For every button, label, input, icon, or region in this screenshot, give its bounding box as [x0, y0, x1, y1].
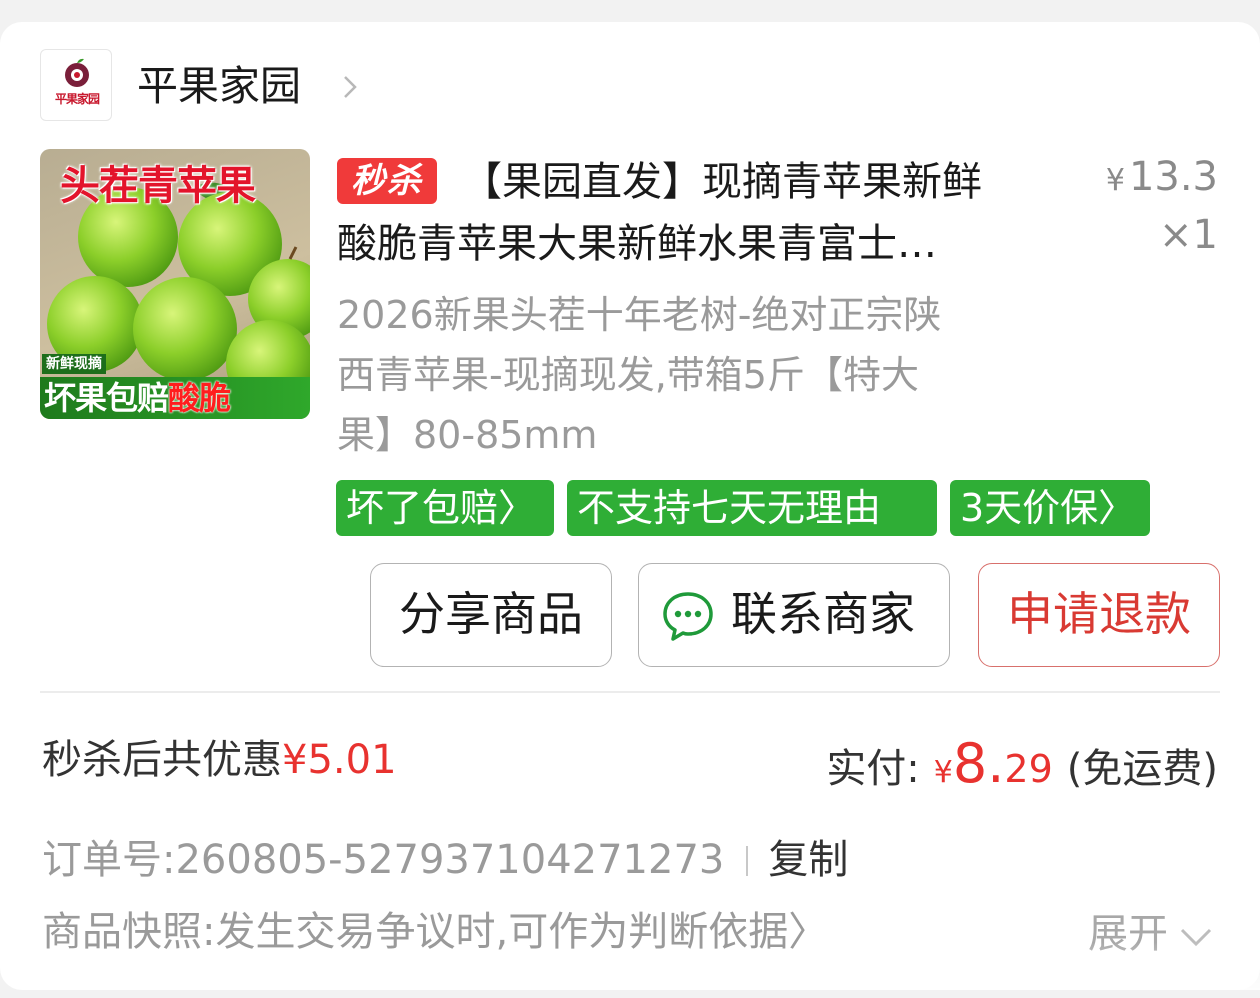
- spec-line1: 2026新果头茬十年老树-绝对正宗陕: [337, 293, 942, 337]
- pay-decimal: 29: [1004, 747, 1053, 791]
- tag-price-protection[interactable]: 3天价保〉: [950, 480, 1150, 536]
- spec-line2: 西青苹果-现摘现发,带箱5斤【特大: [337, 353, 919, 397]
- order-number-label: 订单号:: [42, 837, 176, 883]
- image-subtitle-prefix: 坏果包赔: [44, 379, 169, 417]
- divider: [40, 691, 1220, 693]
- quantity: ×1: [1159, 212, 1218, 258]
- tag-damage-compensation[interactable]: 坏了包赔〉: [336, 480, 554, 536]
- contact-seller-button[interactable]: 联系商家: [638, 563, 950, 667]
- shop-logo-text: 平果家园: [54, 92, 100, 106]
- flash-sale-badge: 秒杀: [337, 158, 437, 204]
- chevron-right-icon[interactable]: [340, 69, 360, 105]
- product-image[interactable]: 头茬青苹果 新鲜现摘 坏果包赔酸脆: [40, 149, 310, 419]
- pay-integer: 8.: [952, 732, 1005, 795]
- spec-line3: 果】80-85mm: [337, 413, 598, 457]
- pay-label: 实付:: [826, 746, 920, 792]
- image-subtitle-highlight: 酸脆: [168, 379, 231, 417]
- apple-logo-icon: [65, 58, 89, 87]
- tag-no-7day-return: 不支持七天无理由: [567, 480, 937, 536]
- image-title: 头茬青苹果: [60, 163, 256, 209]
- order-number: 260805-527937104271273: [175, 837, 725, 883]
- pay-note: (免运费): [1066, 746, 1218, 792]
- pay-currency: ¥: [933, 755, 953, 790]
- image-subtitle-big: 坏果包赔酸脆: [44, 377, 231, 419]
- image-subtitle-small: 新鲜现摘: [42, 354, 106, 374]
- discount-label: 秒杀后共优惠: [42, 737, 282, 783]
- share-product-button[interactable]: 分享商品: [370, 563, 612, 667]
- order-card: 平果家园 平果家园 头茬青苹果 新鲜现摘 坏果包赔酸脆 秒杀 【果园直发】现摘青…: [0, 22, 1260, 990]
- price-currency: ¥: [1105, 163, 1125, 198]
- copy-button[interactable]: 复制: [768, 837, 848, 883]
- shop-logo[interactable]: 平果家园: [40, 49, 112, 121]
- amount-paid: 实付: ¥8.29 (免运费): [826, 734, 1218, 803]
- price-value: 13.3: [1128, 154, 1218, 200]
- discount-summary: 秒杀后共优惠¥5.01: [42, 730, 397, 790]
- chat-icon: [663, 592, 713, 641]
- product-title-line2[interactable]: 酸脆青苹果大果新鲜水果青富士…: [337, 214, 937, 274]
- fade-overlay: [1000, 942, 1260, 990]
- order-number-row: 订单号:260805-527937104271273 复制: [42, 830, 848, 890]
- product-title-line1[interactable]: 【果园直发】现摘青苹果新鲜: [462, 152, 982, 212]
- product-snapshot-link[interactable]: 商品快照:发生交易争议时,可作为判断依据〉: [42, 902, 828, 962]
- unit-price: ¥13.3: [1106, 154, 1218, 200]
- discount-value: ¥5.01: [282, 737, 397, 783]
- contact-seller-label: 联系商家: [731, 587, 915, 641]
- separator: [746, 846, 749, 876]
- shop-name[interactable]: 平果家园: [137, 60, 301, 112]
- request-refund-button[interactable]: 申请退款: [978, 563, 1220, 667]
